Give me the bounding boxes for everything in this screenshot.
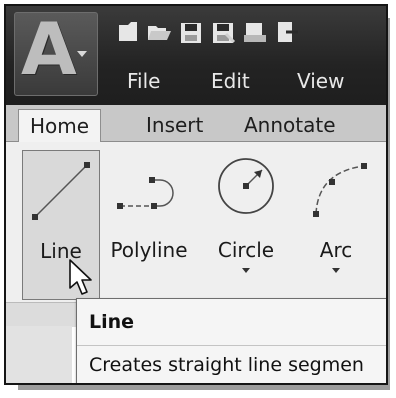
arc-dropdown-arrow-icon[interactable] <box>332 268 340 273</box>
tab-annotate[interactable]: Annotate <box>244 113 336 137</box>
polyline-icon <box>117 177 174 209</box>
circle-tool-label: Circle <box>217 238 275 262</box>
menu-edit[interactable]: Edit <box>211 69 250 93</box>
menu-file[interactable]: File <box>127 69 160 93</box>
polyline-tool-label: Polyline <box>110 238 188 262</box>
line-icon <box>32 162 90 220</box>
arc-icon <box>313 163 367 217</box>
arc-tool-button[interactable]: Arc <box>296 142 376 287</box>
circle-icon <box>218 158 274 214</box>
tooltip-description: Creates straight line segmen <box>89 354 364 376</box>
autocad-window: A File Edit View Home Insert Annotate Li… <box>4 4 388 385</box>
ribbon-tab-bar: Home Insert Annotate <box>6 105 386 146</box>
plot-icon[interactable] <box>242 18 268 46</box>
tab-insert[interactable]: Insert <box>146 113 203 137</box>
circle-tool-button[interactable]: Circle <box>204 142 288 287</box>
tab-home[interactable]: Home <box>18 109 102 146</box>
open-folder-icon[interactable] <box>146 18 172 46</box>
export-icon[interactable] <box>274 18 300 46</box>
drawing-area <box>6 326 72 383</box>
mouse-cursor-icon <box>69 259 92 295</box>
circle-dropdown-arrow-icon[interactable] <box>242 268 250 273</box>
line-tooltip: Line Creates straight line segmen <box>76 298 386 383</box>
tooltip-title: Line <box>89 311 135 333</box>
tooltip-divider <box>77 345 386 346</box>
save-icon[interactable] <box>178 18 204 46</box>
menu-view[interactable]: View <box>297 69 344 93</box>
polyline-tool-button[interactable]: Polyline <box>102 142 196 287</box>
save-as-icon[interactable] <box>210 18 236 46</box>
application-menu-button[interactable]: A <box>14 7 98 96</box>
chevron-down-icon <box>77 51 87 57</box>
ribbon-draw-panel: Line Polyline Circle Arc <box>6 142 386 312</box>
title-bar: A File Edit View <box>6 6 386 105</box>
arc-tool-label: Arc <box>319 238 353 262</box>
new-file-icon[interactable] <box>116 18 142 46</box>
autocad-logo-icon: A <box>21 7 77 91</box>
